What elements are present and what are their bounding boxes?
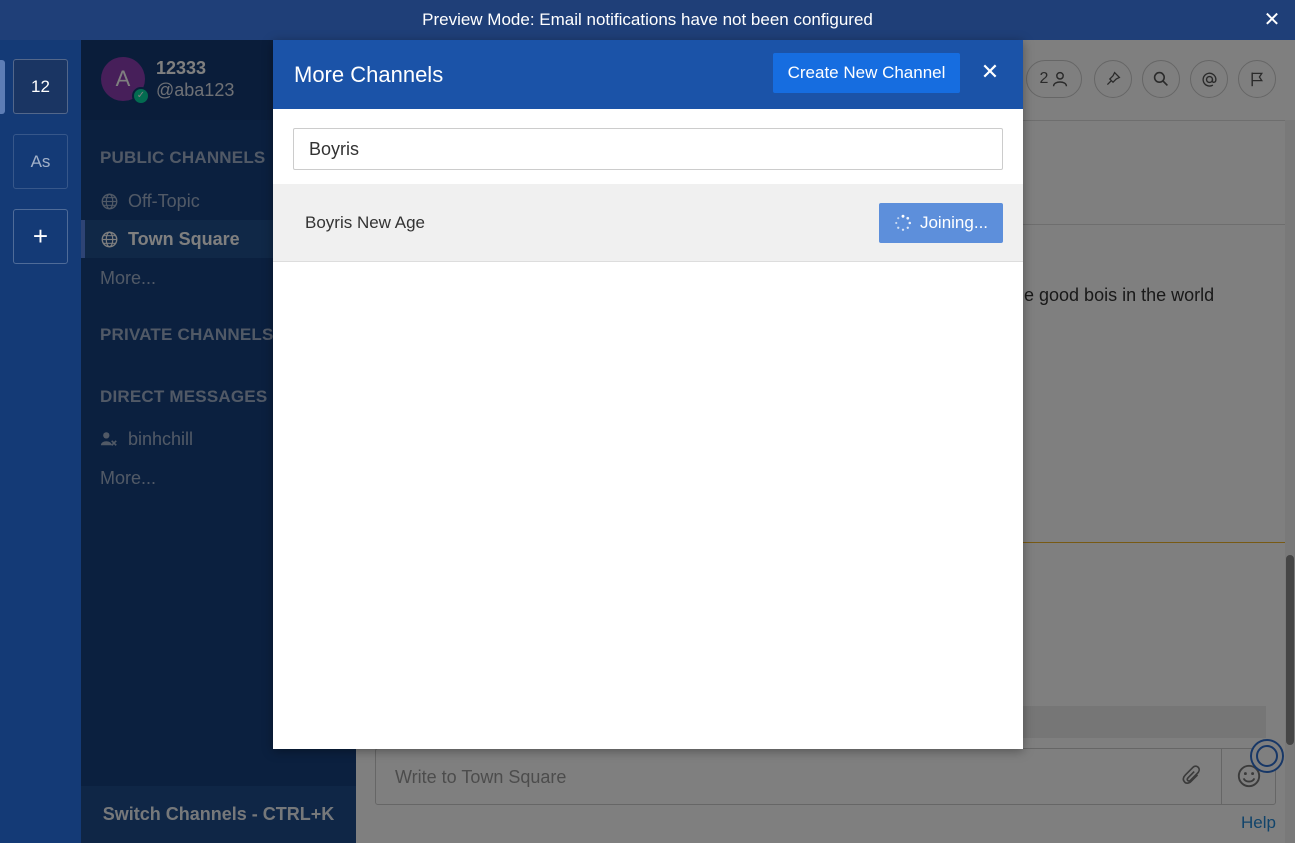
banner-close-icon[interactable]: ✕ [1261, 9, 1283, 31]
list-item[interactable]: Boyris New Age Joining... [273, 184, 1023, 262]
modal-header: More Channels Create New Channel ✕ [273, 40, 1023, 109]
channel-result-name[interactable]: Boyris New Age [305, 213, 425, 233]
create-new-channel-button[interactable]: Create New Channel [773, 53, 960, 93]
add-team-button[interactable]: + [13, 209, 68, 264]
join-button-label: Joining... [919, 213, 989, 232]
spinner-icon [895, 214, 911, 231]
search-value: Boyris [309, 138, 360, 159]
join-button[interactable]: Joining... [879, 203, 1003, 243]
team-button-12[interactable]: 12 [13, 59, 68, 114]
team-active-indicator [0, 60, 5, 114]
close-icon[interactable]: ✕ [978, 60, 1002, 84]
team-button-as[interactable]: As [13, 134, 68, 189]
team-sidebar: 12 As + [0, 40, 81, 843]
more-channels-modal: More Channels Create New Channel ✕ Boyri… [273, 40, 1023, 749]
modal-title: More Channels [294, 62, 444, 87]
banner-text: Preview Mode: Email notifications have n… [422, 10, 873, 29]
channel-search-input[interactable]: Boyris [293, 128, 1003, 170]
preview-mode-banner: Preview Mode: Email notifications have n… [0, 0, 1295, 40]
